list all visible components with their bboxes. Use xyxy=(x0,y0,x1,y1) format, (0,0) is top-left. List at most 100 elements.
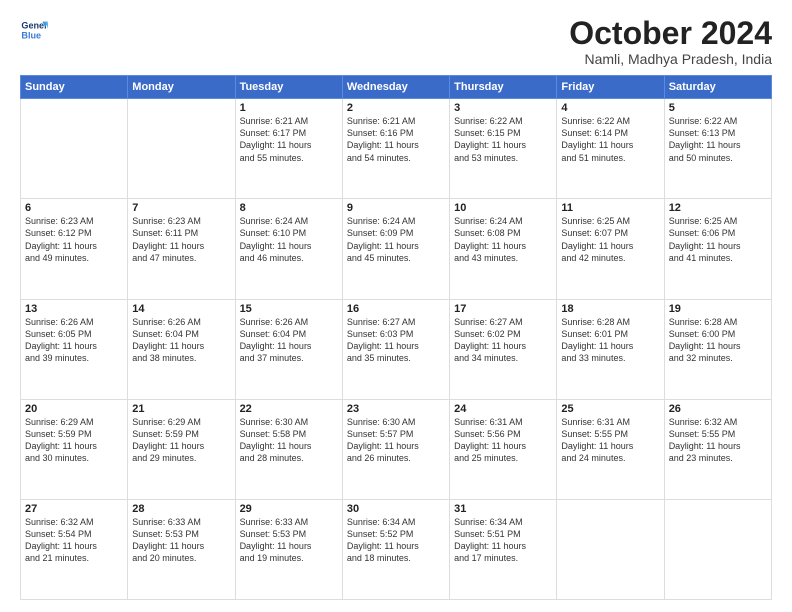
calendar-cell: 18Sunrise: 6:28 AM Sunset: 6:01 PM Dayli… xyxy=(557,299,664,399)
calendar-cell: 20Sunrise: 6:29 AM Sunset: 5:59 PM Dayli… xyxy=(21,399,128,499)
day-number: 1 xyxy=(240,102,338,114)
day-info: Sunrise: 6:33 AM Sunset: 5:53 PM Dayligh… xyxy=(132,516,230,565)
day-number: 17 xyxy=(454,303,552,315)
calendar-cell: 3Sunrise: 6:22 AM Sunset: 6:15 PM Daylig… xyxy=(450,99,557,199)
calendar-cell: 4Sunrise: 6:22 AM Sunset: 6:14 PM Daylig… xyxy=(557,99,664,199)
day-number: 5 xyxy=(669,102,767,114)
calendar-week-row: 27Sunrise: 6:32 AM Sunset: 5:54 PM Dayli… xyxy=(21,499,772,599)
day-info: Sunrise: 6:28 AM Sunset: 6:01 PM Dayligh… xyxy=(561,316,659,365)
day-info: Sunrise: 6:26 AM Sunset: 6:05 PM Dayligh… xyxy=(25,316,123,365)
day-number: 9 xyxy=(347,202,445,214)
day-info: Sunrise: 6:22 AM Sunset: 6:14 PM Dayligh… xyxy=(561,115,659,164)
day-info: Sunrise: 6:24 AM Sunset: 6:09 PM Dayligh… xyxy=(347,215,445,264)
day-info: Sunrise: 6:32 AM Sunset: 5:55 PM Dayligh… xyxy=(669,416,767,465)
day-number: 14 xyxy=(132,303,230,315)
calendar-cell: 17Sunrise: 6:27 AM Sunset: 6:02 PM Dayli… xyxy=(450,299,557,399)
day-info: Sunrise: 6:33 AM Sunset: 5:53 PM Dayligh… xyxy=(240,516,338,565)
day-header-wednesday: Wednesday xyxy=(342,76,449,99)
day-info: Sunrise: 6:31 AM Sunset: 5:55 PM Dayligh… xyxy=(561,416,659,465)
logo-icon: General Blue xyxy=(20,16,48,44)
day-header-thursday: Thursday xyxy=(450,76,557,99)
title-block: October 2024 Namli, Madhya Pradesh, Indi… xyxy=(569,16,772,67)
day-number: 7 xyxy=(132,202,230,214)
svg-text:Blue: Blue xyxy=(21,30,41,40)
calendar-table: SundayMondayTuesdayWednesdayThursdayFrid… xyxy=(20,75,772,600)
subtitle: Namli, Madhya Pradesh, India xyxy=(569,51,772,67)
main-title: October 2024 xyxy=(569,16,772,51)
day-info: Sunrise: 6:26 AM Sunset: 6:04 PM Dayligh… xyxy=(240,316,338,365)
day-number: 11 xyxy=(561,202,659,214)
day-info: Sunrise: 6:30 AM Sunset: 5:57 PM Dayligh… xyxy=(347,416,445,465)
calendar-cell: 26Sunrise: 6:32 AM Sunset: 5:55 PM Dayli… xyxy=(664,399,771,499)
calendar-cell: 9Sunrise: 6:24 AM Sunset: 6:09 PM Daylig… xyxy=(342,199,449,299)
day-number: 13 xyxy=(25,303,123,315)
day-number: 15 xyxy=(240,303,338,315)
day-info: Sunrise: 6:34 AM Sunset: 5:52 PM Dayligh… xyxy=(347,516,445,565)
day-number: 3 xyxy=(454,102,552,114)
day-number: 29 xyxy=(240,503,338,515)
day-info: Sunrise: 6:27 AM Sunset: 6:02 PM Dayligh… xyxy=(454,316,552,365)
calendar-cell: 5Sunrise: 6:22 AM Sunset: 6:13 PM Daylig… xyxy=(664,99,771,199)
day-info: Sunrise: 6:22 AM Sunset: 6:15 PM Dayligh… xyxy=(454,115,552,164)
calendar-cell: 2Sunrise: 6:21 AM Sunset: 6:16 PM Daylig… xyxy=(342,99,449,199)
day-info: Sunrise: 6:28 AM Sunset: 6:00 PM Dayligh… xyxy=(669,316,767,365)
calendar-cell xyxy=(664,499,771,599)
day-number: 2 xyxy=(347,102,445,114)
day-info: Sunrise: 6:27 AM Sunset: 6:03 PM Dayligh… xyxy=(347,316,445,365)
day-info: Sunrise: 6:29 AM Sunset: 5:59 PM Dayligh… xyxy=(132,416,230,465)
calendar-cell: 15Sunrise: 6:26 AM Sunset: 6:04 PM Dayli… xyxy=(235,299,342,399)
day-info: Sunrise: 6:25 AM Sunset: 6:07 PM Dayligh… xyxy=(561,215,659,264)
day-number: 19 xyxy=(669,303,767,315)
day-number: 8 xyxy=(240,202,338,214)
day-number: 31 xyxy=(454,503,552,515)
day-number: 4 xyxy=(561,102,659,114)
calendar-cell: 10Sunrise: 6:24 AM Sunset: 6:08 PM Dayli… xyxy=(450,199,557,299)
day-header-tuesday: Tuesday xyxy=(235,76,342,99)
calendar-cell: 12Sunrise: 6:25 AM Sunset: 6:06 PM Dayli… xyxy=(664,199,771,299)
day-number: 27 xyxy=(25,503,123,515)
calendar-cell: 28Sunrise: 6:33 AM Sunset: 5:53 PM Dayli… xyxy=(128,499,235,599)
calendar-week-row: 20Sunrise: 6:29 AM Sunset: 5:59 PM Dayli… xyxy=(21,399,772,499)
day-info: Sunrise: 6:31 AM Sunset: 5:56 PM Dayligh… xyxy=(454,416,552,465)
day-number: 23 xyxy=(347,403,445,415)
calendar-cell: 6Sunrise: 6:23 AM Sunset: 6:12 PM Daylig… xyxy=(21,199,128,299)
calendar-cell: 19Sunrise: 6:28 AM Sunset: 6:00 PM Dayli… xyxy=(664,299,771,399)
day-number: 28 xyxy=(132,503,230,515)
day-info: Sunrise: 6:26 AM Sunset: 6:04 PM Dayligh… xyxy=(132,316,230,365)
day-number: 18 xyxy=(561,303,659,315)
calendar-cell: 8Sunrise: 6:24 AM Sunset: 6:10 PM Daylig… xyxy=(235,199,342,299)
day-number: 30 xyxy=(347,503,445,515)
day-info: Sunrise: 6:24 AM Sunset: 6:10 PM Dayligh… xyxy=(240,215,338,264)
day-header-saturday: Saturday xyxy=(664,76,771,99)
calendar-cell: 24Sunrise: 6:31 AM Sunset: 5:56 PM Dayli… xyxy=(450,399,557,499)
day-number: 6 xyxy=(25,202,123,214)
calendar-cell: 23Sunrise: 6:30 AM Sunset: 5:57 PM Dayli… xyxy=(342,399,449,499)
calendar-cell: 27Sunrise: 6:32 AM Sunset: 5:54 PM Dayli… xyxy=(21,499,128,599)
day-number: 16 xyxy=(347,303,445,315)
day-info: Sunrise: 6:23 AM Sunset: 6:12 PM Dayligh… xyxy=(25,215,123,264)
day-number: 24 xyxy=(454,403,552,415)
day-info: Sunrise: 6:32 AM Sunset: 5:54 PM Dayligh… xyxy=(25,516,123,565)
day-info: Sunrise: 6:29 AM Sunset: 5:59 PM Dayligh… xyxy=(25,416,123,465)
calendar-week-row: 1Sunrise: 6:21 AM Sunset: 6:17 PM Daylig… xyxy=(21,99,772,199)
calendar-cell: 31Sunrise: 6:34 AM Sunset: 5:51 PM Dayli… xyxy=(450,499,557,599)
day-info: Sunrise: 6:25 AM Sunset: 6:06 PM Dayligh… xyxy=(669,215,767,264)
day-header-sunday: Sunday xyxy=(21,76,128,99)
calendar-cell: 11Sunrise: 6:25 AM Sunset: 6:07 PM Dayli… xyxy=(557,199,664,299)
calendar-cell: 14Sunrise: 6:26 AM Sunset: 6:04 PM Dayli… xyxy=(128,299,235,399)
logo: General Blue xyxy=(20,16,48,44)
calendar-week-row: 6Sunrise: 6:23 AM Sunset: 6:12 PM Daylig… xyxy=(21,199,772,299)
day-header-friday: Friday xyxy=(557,76,664,99)
calendar-cell: 25Sunrise: 6:31 AM Sunset: 5:55 PM Dayli… xyxy=(557,399,664,499)
calendar-cell: 1Sunrise: 6:21 AM Sunset: 6:17 PM Daylig… xyxy=(235,99,342,199)
calendar-week-row: 13Sunrise: 6:26 AM Sunset: 6:05 PM Dayli… xyxy=(21,299,772,399)
page: General Blue October 2024 Namli, Madhya … xyxy=(0,0,792,612)
header: General Blue October 2024 Namli, Madhya … xyxy=(20,16,772,67)
day-number: 26 xyxy=(669,403,767,415)
calendar-cell: 16Sunrise: 6:27 AM Sunset: 6:03 PM Dayli… xyxy=(342,299,449,399)
day-number: 21 xyxy=(132,403,230,415)
day-number: 12 xyxy=(669,202,767,214)
day-info: Sunrise: 6:24 AM Sunset: 6:08 PM Dayligh… xyxy=(454,215,552,264)
calendar-cell: 30Sunrise: 6:34 AM Sunset: 5:52 PM Dayli… xyxy=(342,499,449,599)
day-number: 22 xyxy=(240,403,338,415)
